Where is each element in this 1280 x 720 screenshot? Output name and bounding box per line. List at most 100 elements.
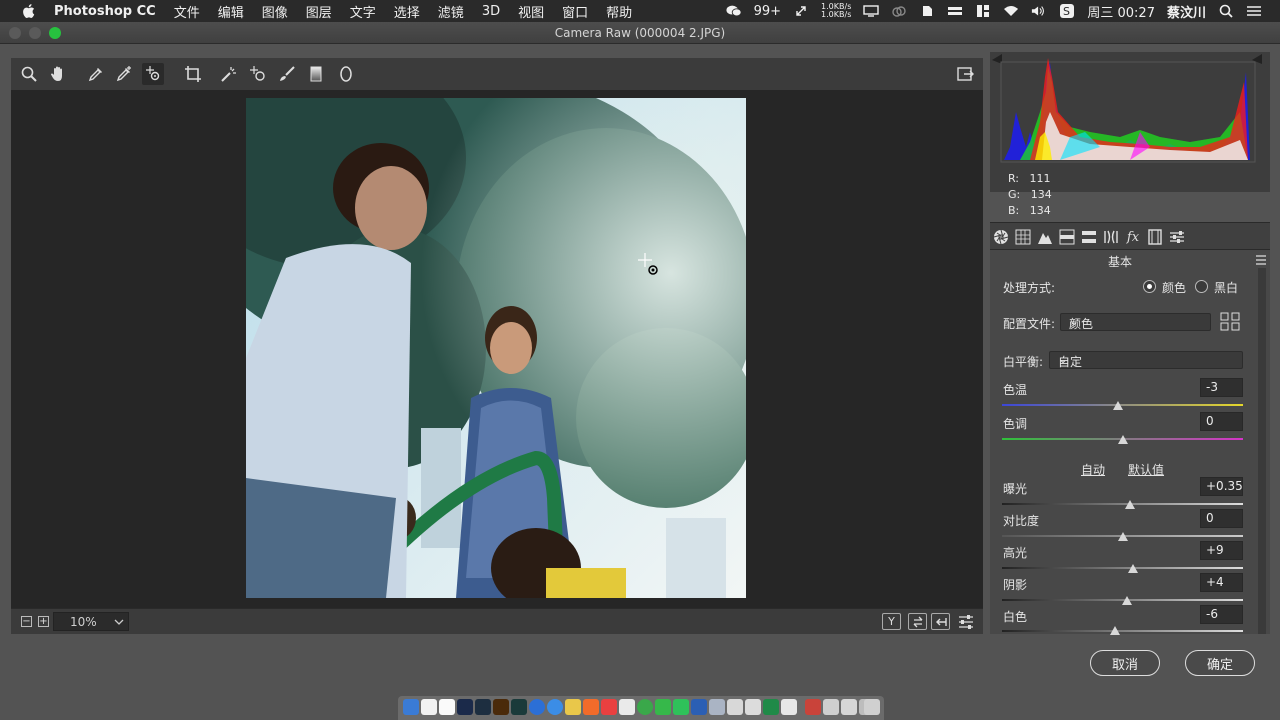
calendar-icon[interactable] bbox=[421, 699, 437, 715]
volume-icon[interactable] bbox=[1031, 4, 1047, 18]
zoom-out-button[interactable]: − bbox=[21, 616, 32, 627]
profile-browser-icon[interactable] bbox=[1220, 312, 1241, 331]
temperature-slider-thumb[interactable] bbox=[1112, 401, 1123, 410]
menu-window[interactable]: 窗口 bbox=[562, 2, 588, 21]
tab-detail[interactable] bbox=[1036, 228, 1054, 246]
open-preferences-button[interactable] bbox=[954, 63, 976, 85]
app-plain-icon[interactable] bbox=[745, 699, 761, 715]
tint-value-field[interactable]: 0 bbox=[1200, 412, 1243, 431]
zoom-level-select[interactable]: 10% bbox=[53, 612, 129, 631]
spot-removal-tool-button[interactable] bbox=[218, 63, 240, 85]
treatment-color-radio[interactable] bbox=[1143, 280, 1156, 293]
word-icon[interactable] bbox=[691, 699, 707, 715]
pdf-icon[interactable] bbox=[805, 699, 821, 715]
color-sampler-tool-button[interactable] bbox=[113, 63, 135, 85]
menu-type[interactable]: 文字 bbox=[350, 2, 376, 21]
user-name[interactable]: 蔡汶川 bbox=[1167, 2, 1206, 21]
contrast-slider-thumb[interactable] bbox=[1117, 532, 1128, 541]
wechat-icon[interactable] bbox=[726, 4, 742, 18]
menu-help[interactable]: 帮助 bbox=[606, 2, 632, 21]
folder-icon[interactable] bbox=[565, 699, 581, 715]
wechat-dock-icon[interactable] bbox=[673, 699, 689, 715]
before-after-view-button[interactable]: Y bbox=[882, 613, 901, 630]
chrome-icon[interactable] bbox=[637, 699, 653, 715]
whites-value-field[interactable]: -6 bbox=[1200, 605, 1243, 624]
white-balance-tool-button[interactable] bbox=[85, 63, 107, 85]
tab-presets[interactable] bbox=[1168, 228, 1186, 246]
lightroom-icon[interactable] bbox=[475, 699, 491, 715]
red-eye-tool-button[interactable] bbox=[247, 63, 269, 85]
spotlight-search-icon[interactable] bbox=[1218, 4, 1234, 18]
highlights-value-field[interactable]: +9 bbox=[1200, 541, 1243, 560]
exposure-value-field[interactable]: +0.35 bbox=[1200, 477, 1243, 496]
audition-icon[interactable] bbox=[511, 699, 527, 715]
hand-tool-button[interactable] bbox=[47, 63, 69, 85]
app-store-icon[interactable] bbox=[529, 699, 545, 715]
maps-icon[interactable] bbox=[655, 699, 671, 715]
display-icon[interactable] bbox=[863, 4, 880, 18]
evernote-icon[interactable] bbox=[919, 4, 935, 18]
tab-calibration[interactable] bbox=[1146, 228, 1164, 246]
auto-button[interactable]: 自动 bbox=[1081, 461, 1105, 478]
contrast-value-field[interactable]: 0 bbox=[1200, 509, 1243, 528]
panel-menu-icon[interactable] bbox=[1255, 255, 1267, 265]
white-balance-dropdown[interactable]: 自定 ⌄ bbox=[1049, 351, 1243, 369]
resize-arrows-icon[interactable] bbox=[793, 4, 809, 18]
app-gray-icon[interactable] bbox=[709, 699, 725, 715]
crop-tool-button[interactable] bbox=[182, 63, 204, 85]
apple-icon[interactable] bbox=[20, 2, 38, 20]
layout-icon[interactable] bbox=[975, 4, 991, 18]
drive-icon[interactable] bbox=[947, 4, 963, 18]
illustrator-icon[interactable] bbox=[493, 699, 509, 715]
excel-icon[interactable] bbox=[763, 699, 779, 715]
default-button[interactable]: 默认值 bbox=[1128, 461, 1164, 478]
exposure-slider-thumb[interactable] bbox=[1124, 500, 1135, 509]
exposure-slider-track[interactable] bbox=[1002, 503, 1243, 505]
zoom-in-button[interactable]: + bbox=[38, 616, 49, 627]
safari-icon[interactable] bbox=[547, 699, 563, 715]
preview-settings-button[interactable] bbox=[957, 613, 975, 631]
menu-edit[interactable]: 编辑 bbox=[218, 2, 244, 21]
sogou-input-icon[interactable]: S bbox=[1059, 4, 1075, 18]
highlights-slider-thumb[interactable] bbox=[1128, 564, 1139, 573]
wifi-icon[interactable] bbox=[1003, 4, 1019, 18]
menu-file[interactable]: 文件 bbox=[174, 2, 200, 21]
app-orange-icon[interactable] bbox=[583, 699, 599, 715]
finder-icon[interactable] bbox=[403, 699, 419, 715]
highlights-slider-track[interactable] bbox=[1002, 567, 1243, 569]
notification-center-icon[interactable] bbox=[1246, 4, 1262, 18]
app-light-icon[interactable] bbox=[727, 699, 743, 715]
profile-dropdown[interactable]: 颜色 ⌄ bbox=[1060, 313, 1211, 331]
photo-preview[interactable] bbox=[246, 98, 746, 598]
copy-settings-button[interactable] bbox=[931, 613, 950, 630]
cancel-button[interactable]: 取消 bbox=[1090, 650, 1160, 676]
swap-settings-button[interactable] bbox=[908, 613, 927, 630]
image-preview-area[interactable] bbox=[11, 90, 983, 608]
notes-icon[interactable] bbox=[439, 699, 455, 715]
tab-basic[interactable] bbox=[992, 228, 1010, 246]
trash-icon[interactable] bbox=[864, 699, 880, 715]
datetime[interactable]: 周三 00:27 bbox=[1087, 2, 1155, 21]
app-white-icon[interactable] bbox=[619, 699, 635, 715]
document-icon[interactable] bbox=[823, 699, 839, 715]
photoshop-icon[interactable] bbox=[457, 699, 473, 715]
menu-filter[interactable]: 滤镜 bbox=[438, 2, 464, 21]
menu-layer[interactable]: 图层 bbox=[306, 2, 332, 21]
menu-view[interactable]: 视图 bbox=[518, 2, 544, 21]
adjustment-brush-tool-button[interactable] bbox=[276, 63, 298, 85]
targeted-adjustment-tool-button[interactable] bbox=[142, 63, 164, 85]
tab-split-toning[interactable] bbox=[1080, 228, 1098, 246]
ok-button[interactable]: 确定 bbox=[1185, 650, 1255, 676]
radial-filter-tool-button[interactable] bbox=[335, 63, 357, 85]
menu-select[interactable]: 选择 bbox=[394, 2, 420, 21]
whites-slider-thumb[interactable] bbox=[1110, 626, 1121, 635]
graduated-filter-tool-button[interactable] bbox=[305, 63, 327, 85]
menu-3d[interactable]: 3D bbox=[482, 4, 500, 19]
zoom-tool-button[interactable] bbox=[18, 63, 40, 85]
app-name-menu[interactable]: Photoshop CC bbox=[54, 4, 156, 19]
app-settings-icon[interactable] bbox=[781, 699, 797, 715]
creative-cloud-icon[interactable] bbox=[891, 4, 907, 18]
menu-image[interactable]: 图像 bbox=[262, 2, 288, 21]
treatment-bw-radio[interactable] bbox=[1195, 280, 1208, 293]
shadows-value-field[interactable]: +4 bbox=[1200, 573, 1243, 592]
